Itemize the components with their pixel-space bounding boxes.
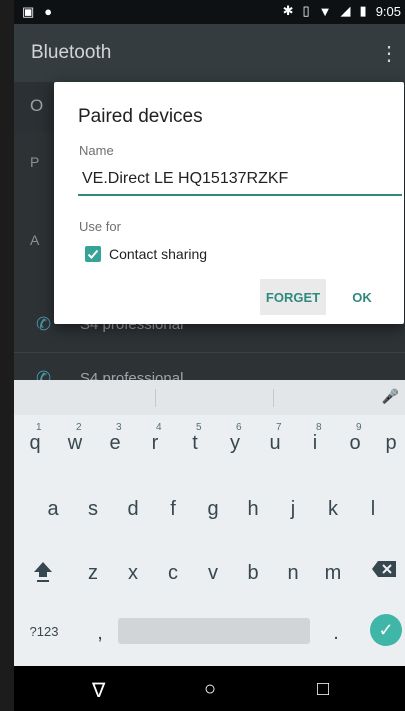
- key-o[interactable]: 9o: [342, 422, 368, 455]
- key-y[interactable]: 6y: [222, 422, 248, 455]
- key-m[interactable]: m: [320, 562, 346, 585]
- key-p[interactable]: p: [378, 432, 404, 455]
- bluetooth-icon: ✱: [282, 3, 294, 18]
- keyboard-row-1: 1q 2w 3e 4r 5t 6y 7u 8i 9o p: [14, 416, 405, 466]
- key-q[interactable]: 1q: [22, 422, 48, 455]
- key-f[interactable]: f: [160, 498, 186, 521]
- clock: 9:05: [375, 3, 401, 19]
- paired-header: P: [30, 154, 40, 170]
- key-b[interactable]: b: [240, 562, 266, 585]
- key-i[interactable]: 8i: [302, 422, 328, 455]
- toggle-label: O: [30, 96, 44, 115]
- gallery-notification-icon: ▣: [22, 4, 35, 19]
- android-notification-icon: ●: [44, 4, 53, 19]
- recents-icon[interactable]: □: [317, 678, 329, 701]
- no-signal-icon: ◢: [340, 3, 351, 18]
- key-k[interactable]: k: [320, 498, 346, 521]
- key-x[interactable]: x: [120, 562, 146, 585]
- use-for-label: Use for: [79, 219, 121, 234]
- app-bar: Bluetooth ⋮: [14, 24, 405, 82]
- key-u[interactable]: 7u: [262, 422, 288, 455]
- contact-sharing-checkbox[interactable]: [85, 246, 101, 262]
- suggestion-divider: [155, 389, 156, 407]
- key-e[interactable]: 3e: [102, 422, 128, 455]
- available-header: A: [30, 232, 40, 248]
- contact-sharing-label: Contact sharing: [109, 246, 208, 262]
- status-bar: ▣ ● ✱ ▯ ▼ ◢ ▮ 9:05: [14, 0, 405, 24]
- phone-screen: ▣ ● ✱ ▯ ▼ ◢ ▮ 9:05 Bluetooth ⋮ O P A ✆ S…: [14, 0, 405, 711]
- home-icon[interactable]: ○: [204, 678, 216, 701]
- device-name-input[interactable]: [78, 166, 402, 196]
- contact-sharing-row[interactable]: Contact sharing: [85, 246, 207, 262]
- key-w[interactable]: 2w: [62, 422, 88, 455]
- left-edge: [0, 0, 14, 711]
- period-key[interactable]: .: [328, 622, 344, 645]
- paired-devices-dialog: Paired devices Name Use for Contact shar…: [54, 82, 404, 324]
- suggestion-strip: 🎤: [14, 380, 405, 415]
- microphone-icon[interactable]: 🎤: [382, 388, 399, 405]
- check-icon: [87, 249, 99, 259]
- symbols-key[interactable]: ?123: [14, 624, 74, 639]
- key-r[interactable]: 4r: [142, 422, 168, 455]
- key-s[interactable]: s: [80, 498, 106, 521]
- keyboard-row-2: a s d f g h j k l: [14, 484, 405, 534]
- key-d[interactable]: d: [120, 498, 146, 521]
- battery-icon: ▮: [359, 3, 367, 18]
- soft-keyboard: 🎤 1q 2w 3e 4r 5t 6y 7u 8i 9o p a s d f g…: [14, 380, 405, 666]
- key-n[interactable]: n: [280, 562, 306, 585]
- key-z[interactable]: z: [80, 562, 106, 585]
- suggestion-divider: [273, 389, 274, 407]
- forget-button[interactable]: FORGET: [260, 279, 326, 315]
- dialog-title: Paired devices: [78, 106, 203, 127]
- comma-key[interactable]: ,: [92, 622, 108, 645]
- keyboard-row-3: z x c v b n m: [14, 548, 405, 598]
- vibrate-icon: ▯: [302, 3, 310, 18]
- key-l[interactable]: l: [360, 498, 386, 521]
- key-a[interactable]: a: [40, 498, 66, 521]
- ok-button[interactable]: OK: [344, 279, 380, 315]
- wifi-icon: ▼: [318, 3, 332, 19]
- space-bar[interactable]: [118, 618, 310, 644]
- phone-icon: ✆: [36, 314, 52, 334]
- key-j[interactable]: j: [280, 498, 306, 521]
- shift-key-icon[interactable]: [28, 560, 58, 590]
- name-label: Name: [79, 143, 114, 158]
- back-icon[interactable]: ∇: [92, 678, 105, 703]
- key-g[interactable]: g: [200, 498, 226, 521]
- done-key-icon[interactable]: ✓: [370, 614, 402, 646]
- key-v[interactable]: v: [200, 562, 226, 585]
- key-h[interactable]: h: [240, 498, 266, 521]
- navigation-bar: ∇ ○ □: [14, 666, 405, 711]
- overflow-menu-icon[interactable]: ⋮: [379, 41, 399, 66]
- backspace-key-icon[interactable]: [369, 560, 399, 584]
- app-title: Bluetooth: [31, 42, 112, 63]
- key-t[interactable]: 5t: [182, 422, 208, 455]
- key-c[interactable]: c: [160, 562, 186, 585]
